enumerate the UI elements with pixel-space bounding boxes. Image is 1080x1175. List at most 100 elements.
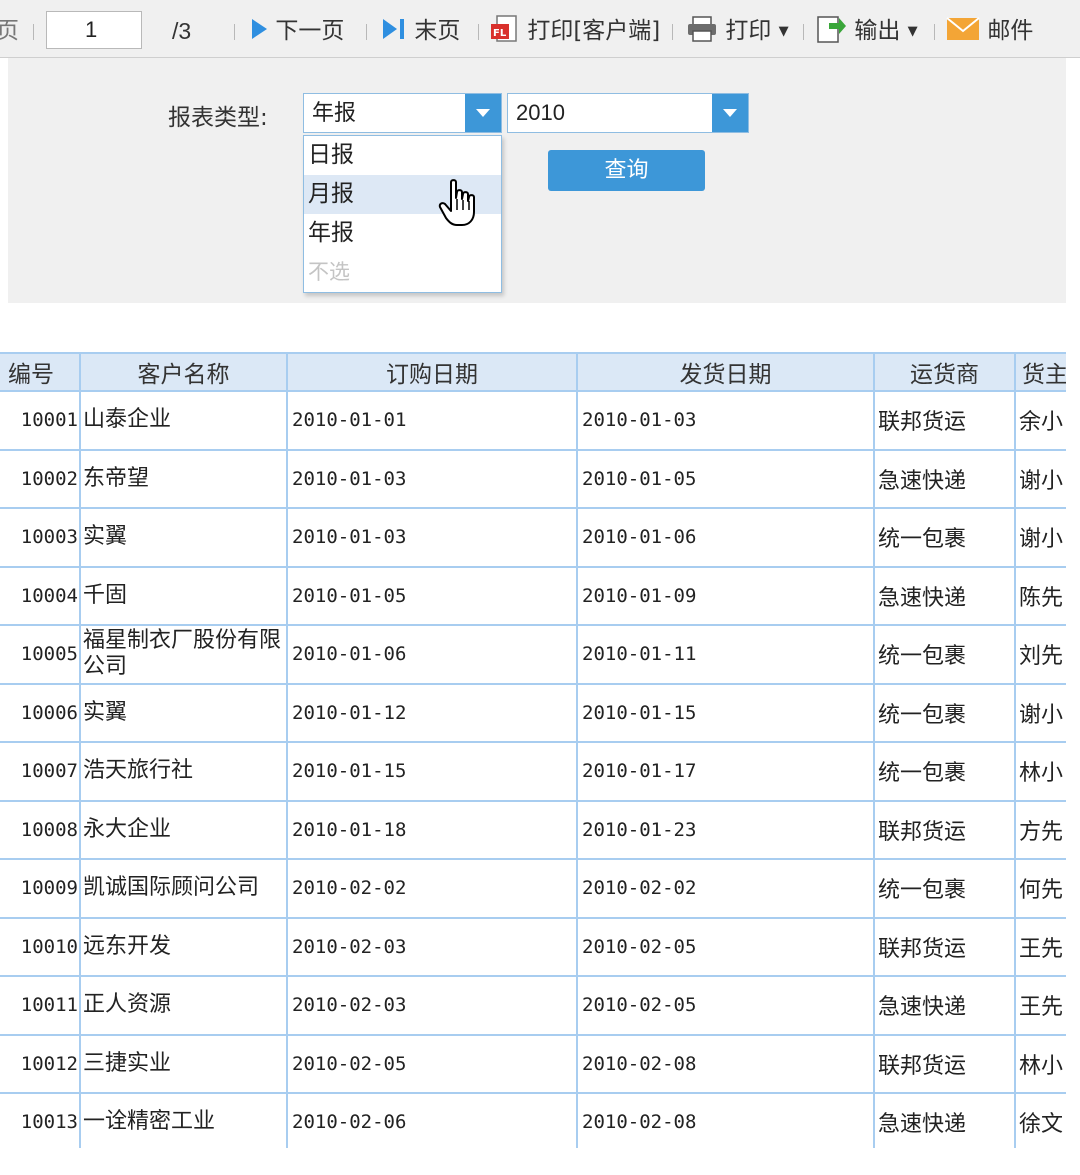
cell-ship-date: 2010-02-08 bbox=[577, 1034, 875, 1094]
cell-order-date: 2010-01-01 bbox=[287, 391, 578, 451]
report-type-value: 年报 bbox=[312, 101, 357, 126]
report-type-select[interactable]: 年报 bbox=[303, 93, 502, 133]
table-row: 10001 山泰企业 2010-01-01 2010-01-03 联邦货运 余小 bbox=[0, 391, 1066, 451]
dropdown-option-daily[interactable]: 日报 bbox=[304, 136, 501, 175]
cell-customer: 正人资源 bbox=[80, 976, 288, 1036]
cell-id: 10002 bbox=[0, 449, 81, 509]
page-number-input[interactable]: 1 bbox=[46, 11, 142, 49]
mail-label: 邮件 bbox=[987, 18, 1034, 44]
column-header-ship-date: 发货日期 bbox=[577, 352, 875, 392]
cell-customer: 山泰企业 bbox=[80, 391, 288, 451]
toolbar-separator bbox=[672, 24, 673, 40]
cell-order-date: 2010-01-15 bbox=[287, 742, 578, 802]
year-select[interactable]: 2010 bbox=[507, 93, 749, 133]
column-header-id: 编号 bbox=[0, 352, 81, 392]
next-page-label: 下一页 bbox=[275, 18, 345, 44]
cell-order-date: 2010-02-03 bbox=[287, 976, 578, 1036]
cell-order-date: 2010-01-03 bbox=[287, 508, 578, 568]
table-row: 10013 一诠精密工业 2010-02-06 2010-02-08 急速快递 徐文 bbox=[0, 1093, 1066, 1148]
report-type-label: 报表类型: bbox=[168, 105, 268, 131]
cell-shipper: 统一包裹 bbox=[874, 859, 1016, 919]
toolbar-separator bbox=[33, 24, 34, 40]
cell-customer: 实翼 bbox=[80, 508, 288, 568]
cell-consignee: 陈先 bbox=[1015, 566, 1066, 626]
mail-button[interactable]: 邮件 bbox=[946, 0, 1033, 58]
cell-ship-date: 2010-01-03 bbox=[577, 391, 875, 451]
chevron-down-icon[interactable] bbox=[465, 94, 501, 132]
query-button[interactable]: 查询 bbox=[548, 150, 705, 191]
chevron-down-icon[interactable]: ▼ bbox=[908, 24, 918, 39]
cell-shipper: 联邦货运 bbox=[874, 800, 1016, 860]
cell-id: 10005 bbox=[0, 625, 81, 685]
print-label: 打印 bbox=[725, 18, 772, 44]
export-label: 输出 bbox=[854, 18, 901, 44]
print-client-label: 打印[客户端] bbox=[527, 18, 661, 44]
cell-customer: 东帝望 bbox=[80, 449, 288, 509]
cell-ship-date: 2010-01-11 bbox=[577, 625, 875, 685]
cell-shipper: 联邦货运 bbox=[874, 391, 1016, 451]
total-pages-label: /3 bbox=[172, 18, 192, 44]
last-page-button[interactable]: 末页 bbox=[381, 0, 460, 58]
print-button[interactable]: 打印 ▼ bbox=[686, 0, 789, 58]
table-row: 10002 东帝望 2010-01-03 2010-01-05 急速快递 谢小 bbox=[0, 449, 1066, 509]
cell-order-date: 2010-01-18 bbox=[287, 800, 578, 860]
toolbar-separator bbox=[366, 24, 367, 40]
cell-ship-date: 2010-01-15 bbox=[577, 683, 875, 743]
dropdown-option-none[interactable]: 不选 bbox=[304, 253, 501, 292]
toolbar-separator bbox=[478, 24, 479, 40]
chevron-down-icon[interactable]: ▼ bbox=[779, 24, 789, 39]
last-page-label: 末页 bbox=[414, 18, 461, 44]
cell-shipper: 联邦货运 bbox=[874, 917, 1016, 977]
cell-id: 10007 bbox=[0, 742, 81, 802]
table-row: 10009 凯诚国际顾问公司 2010-02-02 2010-02-02 统一包裹 何先 bbox=[0, 859, 1066, 919]
export-button[interactable]: 输出 ▼ bbox=[815, 0, 918, 58]
cell-order-date: 2010-02-05 bbox=[287, 1034, 578, 1094]
cell-order-date: 2010-02-02 bbox=[287, 859, 578, 919]
next-page-button[interactable]: 下一页 bbox=[250, 0, 344, 58]
cell-ship-date: 2010-02-08 bbox=[577, 1093, 875, 1148]
table-row: 10003 实翼 2010-01-03 2010-01-06 统一包裹 谢小 bbox=[0, 508, 1066, 568]
cell-consignee: 何先 bbox=[1015, 859, 1066, 919]
table-row: 10005 福星制衣厂股份有限公司 2010-01-06 2010-01-11 统一包裹… bbox=[0, 625, 1066, 685]
toolbar-separator bbox=[234, 24, 235, 40]
cell-shipper: 急速快递 bbox=[874, 566, 1016, 626]
cell-order-date: 2010-02-03 bbox=[287, 917, 578, 977]
toolbar-separator bbox=[934, 24, 935, 40]
year-value: 2010 bbox=[516, 100, 565, 125]
cell-shipper: 统一包裹 bbox=[874, 508, 1016, 568]
cell-id: 10001 bbox=[0, 391, 81, 451]
cell-id: 10010 bbox=[0, 917, 81, 977]
report-toolbar: 页 1 /3 下一页 末页 FL 打印[客户端] 打印 ▼ 输出 ▼ 邮件 bbox=[0, 0, 1080, 58]
cell-id: 10003 bbox=[0, 508, 81, 568]
printer-icon bbox=[688, 15, 716, 42]
print-client-button[interactable]: FL 打印[客户端] bbox=[490, 0, 660, 58]
column-header-customer: 客户名称 bbox=[80, 352, 288, 392]
cell-ship-date: 2010-01-23 bbox=[577, 800, 875, 860]
cell-ship-date: 2010-02-05 bbox=[577, 917, 875, 977]
cell-ship-date: 2010-02-05 bbox=[577, 976, 875, 1036]
cell-consignee: 林小 bbox=[1015, 742, 1066, 802]
column-header-shipper: 运货商 bbox=[874, 352, 1016, 392]
cell-shipper: 统一包裹 bbox=[874, 683, 1016, 743]
cell-shipper: 急速快递 bbox=[874, 449, 1016, 509]
chevron-down-icon[interactable] bbox=[712, 94, 748, 132]
cell-shipper: 急速快递 bbox=[874, 1093, 1016, 1148]
table-row: 10004 千固 2010-01-05 2010-01-09 急速快递 陈先 bbox=[0, 566, 1066, 626]
cell-consignee: 王先 bbox=[1015, 976, 1066, 1036]
cell-ship-date: 2010-01-09 bbox=[577, 566, 875, 626]
pdf-print-icon: FL bbox=[491, 14, 517, 42]
cell-customer: 永大企业 bbox=[80, 800, 288, 860]
cell-id: 10013 bbox=[0, 1093, 81, 1148]
cell-consignee: 徐文 bbox=[1015, 1093, 1066, 1148]
cell-order-date: 2010-01-05 bbox=[287, 566, 578, 626]
cell-shipper: 统一包裹 bbox=[874, 625, 1016, 685]
cell-consignee: 王先 bbox=[1015, 917, 1066, 977]
cell-consignee: 刘先 bbox=[1015, 625, 1066, 685]
table-row: 10010 远东开发 2010-02-03 2010-02-05 联邦货运 王先 bbox=[0, 917, 1066, 977]
cell-id: 10011 bbox=[0, 976, 81, 1036]
cell-customer: 浩天旅行社 bbox=[80, 742, 288, 802]
previous-page-button[interactable]: 页 bbox=[0, 0, 19, 58]
table-row: 10006 实翼 2010-01-12 2010-01-15 统一包裹 谢小 bbox=[0, 683, 1066, 743]
export-icon bbox=[817, 15, 846, 43]
cell-order-date: 2010-01-06 bbox=[287, 625, 578, 685]
